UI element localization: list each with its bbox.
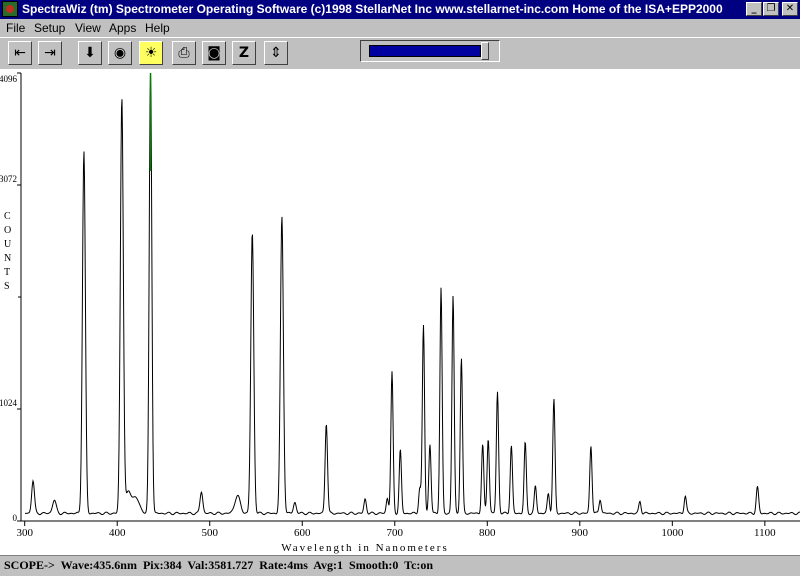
- menu-apps[interactable]: Apps: [109, 21, 136, 35]
- move-left-icon[interactable]: ⇤: [8, 41, 32, 65]
- slider-fill: [369, 45, 481, 57]
- x-tick-label: 300: [16, 527, 33, 539]
- y-axis-label-letter: S: [4, 281, 10, 292]
- x-tick-label: 400: [109, 527, 126, 539]
- y-tick-label: 1024: [0, 398, 18, 408]
- x-axis-label: Wavelength in Nanometers: [281, 542, 448, 554]
- integration-slider[interactable]: [360, 40, 500, 62]
- x-tick-label: 1100: [754, 527, 776, 539]
- y-axis-label-letter: T: [4, 267, 10, 278]
- x-tick-label: 500: [201, 527, 218, 539]
- y-axis-label-letter: O: [4, 225, 11, 236]
- light-bulb-icon[interactable]: ☀: [139, 41, 163, 65]
- menu-file[interactable]: File: [6, 21, 25, 35]
- close-button[interactable]: ✕: [782, 2, 798, 16]
- scale-icon[interactable]: ⇕: [264, 41, 288, 65]
- x-tick-label: 700: [387, 527, 404, 539]
- title-bar: SpectraWiz (tm) Spectrometer Operating S…: [0, 0, 800, 19]
- spectrum-plot[interactable]: 0 1024 3072 4096 300 400 500 600 700 800 900 1000 11…: [0, 69, 800, 555]
- snapshot-icon[interactable]: ◙: [202, 41, 226, 65]
- dark-bulb-icon[interactable]: ◉: [108, 41, 132, 65]
- spectrum-chart: 0 1024 3072 4096 300 400 500 600 700 800 900 1000 11…: [0, 72, 800, 554]
- minimize-button[interactable]: _: [746, 2, 762, 16]
- print-icon[interactable]: ⎙: [172, 41, 196, 65]
- y-axis-label-letter: N: [4, 253, 11, 264]
- y-tick-label: 4096: [0, 74, 18, 84]
- zero-icon[interactable]: Z: [232, 41, 256, 65]
- menu-setup[interactable]: Setup: [34, 21, 65, 35]
- x-tick-label: 900: [572, 527, 589, 539]
- download-icon[interactable]: ⬇: [78, 41, 102, 65]
- x-tick-label: 800: [479, 527, 496, 539]
- y-axis-label: COUNTS: [4, 211, 12, 292]
- y-tick-label: 3072: [0, 174, 17, 184]
- x-tick-label: 1000: [661, 527, 684, 539]
- y-tick-label: 0: [13, 513, 18, 523]
- app-icon[interactable]: [2, 1, 18, 17]
- slider-thumb[interactable]: [481, 42, 489, 60]
- spectrum-line: [24, 72, 800, 516]
- x-tick-label: 600: [294, 527, 311, 539]
- status-bar: SCOPE-> Wave:435.6nm Pix:384 Val:3581.72…: [0, 555, 800, 576]
- menu-help[interactable]: Help: [145, 21, 170, 35]
- y-axis-label-letter: C: [4, 211, 11, 222]
- restore-button[interactable]: ❐: [763, 2, 779, 16]
- move-right-icon[interactable]: ⇥: [38, 41, 62, 65]
- y-axis-label-letter: U: [4, 239, 12, 250]
- window-title: SpectraWiz (tm) Spectrometer Operating S…: [22, 2, 723, 16]
- status-text: SCOPE-> Wave:435.6nm Pix:384 Val:3581.72…: [4, 558, 434, 572]
- menu-bar: File Setup View Apps Help: [0, 19, 800, 37]
- menu-view[interactable]: View: [75, 21, 101, 35]
